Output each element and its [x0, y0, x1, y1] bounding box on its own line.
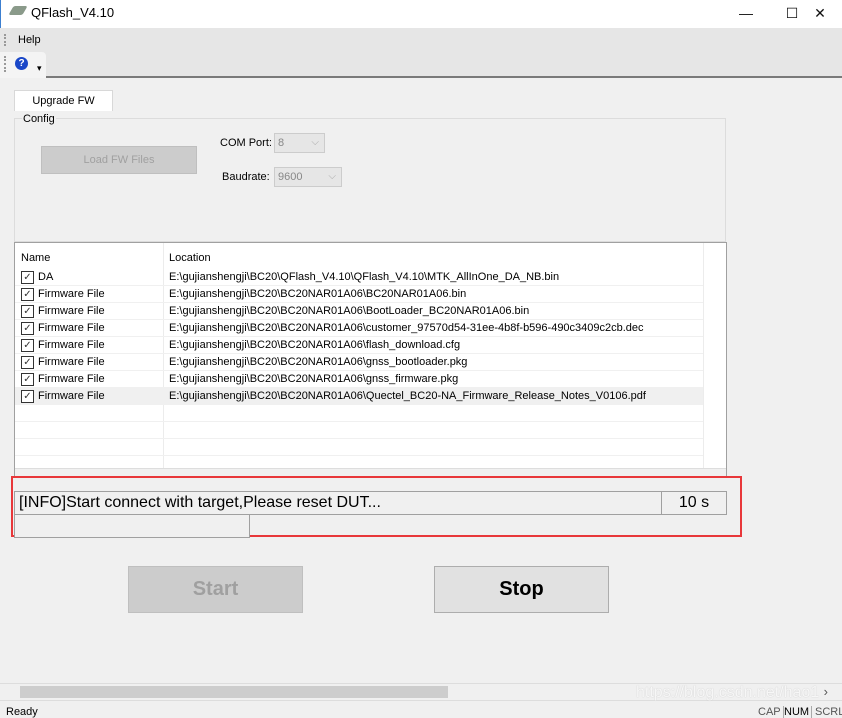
progress-bar: [14, 514, 250, 538]
row-checkbox[interactable]: ✓: [21, 390, 34, 403]
status-message: [INFO]Start connect with target,Please r…: [14, 491, 662, 515]
indicator-num: NUM: [784, 706, 813, 718]
row-checkbox[interactable]: ✓: [21, 288, 34, 301]
com-port-value: 8: [278, 137, 285, 149]
row-location: E:\gujianshengji\BC20\BC20NAR01A06\Quect…: [169, 390, 646, 402]
row-checkbox[interactable]: ✓: [21, 305, 34, 318]
table-row[interactable]: ✓ Firmware File E:\gujianshengji\BC20\BC20…: [15, 320, 703, 337]
firmware-file-table: Name Location ✓ DA E:\gujianshengji\BC20\Q…: [14, 242, 727, 477]
row-name: DA: [38, 271, 54, 283]
table-row[interactable]: ✓ DA E:\gujianshengji\BC20\QFlash_V4.10\QF…: [15, 269, 703, 286]
toolbar-band: ? ▾: [0, 52, 46, 78]
chevron-down-icon: ⌵: [311, 137, 319, 148]
row-location: E:\gujianshengji\BC20\BC20NAR01A06\gnss_…: [169, 356, 468, 368]
baudrate-label: Baudrate:: [222, 171, 270, 183]
row-name: Firmware File: [38, 373, 105, 385]
menu-bar: Help: [0, 28, 842, 52]
row-checkbox[interactable]: ✓: [21, 339, 34, 352]
scrollbar-thumb[interactable]: [20, 686, 448, 698]
row-checkbox[interactable]: ✓: [21, 373, 34, 386]
menu-help[interactable]: Help: [18, 34, 41, 46]
table-horizontal-scrollbar[interactable]: [15, 468, 726, 476]
config-group: [14, 118, 726, 242]
row-checkbox[interactable]: ✓: [21, 356, 34, 369]
table-row[interactable]: ✓ Firmware File E:\gujianshengji\BC20\BC20…: [15, 286, 703, 303]
status-bar: Ready CAP NUM SCRL: [0, 703, 842, 718]
row-name: Firmware File: [38, 322, 105, 334]
watermark: https://blog.csdn.net/hao1: [636, 684, 820, 701]
row-name: Firmware File: [38, 390, 105, 402]
baudrate-value: 9600: [278, 171, 303, 183]
row-location: E:\gujianshengji\BC20\BC20NAR01A06\BootL…: [169, 305, 530, 317]
empty-row: [15, 439, 703, 456]
toolbar: ? ▾: [0, 52, 842, 78]
row-location: E:\gujianshengji\BC20\BC20NAR01A06\custo…: [169, 322, 644, 334]
chevron-down-icon: ⌵: [328, 171, 336, 182]
scroll-right-icon[interactable]: ›: [824, 684, 828, 699]
status-text: Ready: [6, 706, 38, 718]
app-icon: [8, 6, 28, 15]
start-button[interactable]: Start: [128, 566, 303, 613]
help-icon[interactable]: ?: [15, 57, 28, 70]
com-port-label: COM Port:: [220, 137, 272, 149]
table-row[interactable]: ✓ Firmware File E:\gujianshengji\BC20\BC20…: [15, 388, 703, 405]
empty-row: [15, 405, 703, 422]
status-timer: 10 s: [661, 491, 727, 515]
com-port-select[interactable]: 8 ⌵: [274, 133, 325, 153]
table-row[interactable]: ✓ Firmware File E:\gujianshengji\BC20\BC20…: [15, 337, 703, 354]
row-name: Firmware File: [38, 339, 105, 351]
load-fw-files-button[interactable]: Load FW Files: [41, 146, 197, 174]
row-name: Firmware File: [38, 305, 105, 317]
row-name: Firmware File: [38, 356, 105, 368]
row-location: E:\gujianshengji\BC20\BC20NAR01A06\gnss_…: [169, 373, 459, 385]
toolbar-dropdown-icon[interactable]: ▾: [37, 63, 42, 74]
table-row[interactable]: ✓ Firmware File E:\gujianshengji\BC20\BC20…: [15, 354, 703, 371]
row-name: Firmware File: [38, 288, 105, 300]
table-row[interactable]: ✓ Firmware File E:\gujianshengji\BC20\BC20…: [15, 371, 703, 388]
empty-row: [15, 422, 703, 439]
window-title: QFlash_V4.10: [31, 5, 115, 20]
column-header-name[interactable]: Name: [15, 247, 50, 269]
table-row[interactable]: ✓ Firmware File E:\gujianshengji\BC20\BC20…: [15, 303, 703, 320]
row-location: E:\gujianshengji\BC20\BC20NAR01A06\flash…: [169, 339, 461, 351]
toolbar-grip: [4, 56, 6, 72]
config-label: Config: [22, 113, 56, 125]
row-checkbox[interactable]: ✓: [21, 271, 34, 284]
row-location: E:\gujianshengji\BC20\BC20NAR01A06\BC20N…: [169, 288, 467, 300]
title-bar: QFlash_V4.10 — ☐ ✕: [0, 0, 842, 28]
minimize-button[interactable]: —: [723, 2, 769, 24]
indicator-scrl: SCRL: [815, 706, 842, 718]
indicator-cap: CAP: [758, 706, 784, 718]
baudrate-select[interactable]: 9600 ⌵: [274, 167, 342, 187]
column-header-location[interactable]: Location: [163, 247, 211, 269]
close-button[interactable]: ✕: [797, 2, 842, 24]
menu-grip: [4, 34, 6, 46]
tab-upgrade-fw[interactable]: Upgrade FW: [14, 90, 113, 111]
stop-button[interactable]: Stop: [434, 566, 609, 613]
row-location: E:\gujianshengji\BC20\QFlash_V4.10\QFlas…: [169, 271, 560, 283]
row-checkbox[interactable]: ✓: [21, 322, 34, 335]
